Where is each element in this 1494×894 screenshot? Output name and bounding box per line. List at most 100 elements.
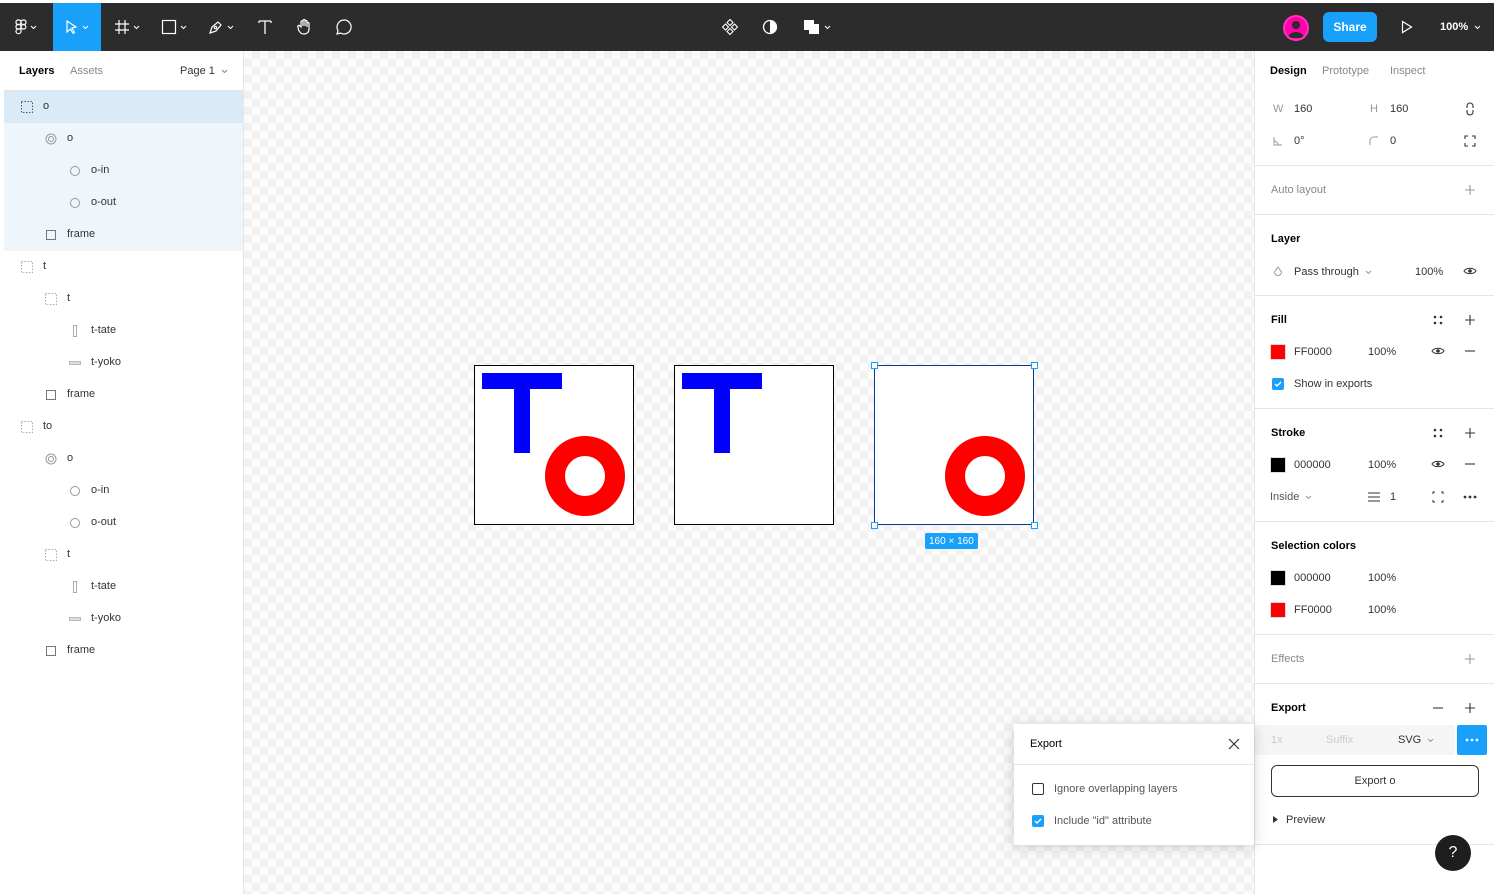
remove-export-minus-icon[interactable]: [1430, 700, 1446, 716]
show-in-exports-checkbox[interactable]: [1272, 378, 1284, 390]
tab-layers[interactable]: Layers: [19, 65, 54, 77]
rectangle-icon: [45, 229, 57, 241]
layer-opacity-input[interactable]: 100%: [1415, 266, 1443, 278]
layer-row-o-group[interactable]: o: [4, 123, 243, 155]
zoom-dropdown[interactable]: 100%: [1440, 3, 1481, 51]
stroke-weight-input[interactable]: 1: [1390, 491, 1396, 503]
resize-handle-bottom-right[interactable]: [1031, 522, 1038, 529]
blend-mode-dropdown[interactable]: Pass through: [1294, 266, 1372, 278]
layer-row-o-in[interactable]: o-in: [4, 155, 243, 187]
help-button[interactable]: ?: [1435, 835, 1471, 871]
user-avatar[interactable]: [1283, 15, 1309, 41]
tab-assets[interactable]: Assets: [70, 65, 103, 77]
canvas-frame-to[interactable]: [474, 365, 634, 525]
layer-row-t[interactable]: t: [4, 251, 243, 283]
present-button[interactable]: [1392, 3, 1422, 51]
boolean-operations-button[interactable]: [795, 3, 839, 51]
export-scale-input[interactable]: 1x: [1271, 734, 1283, 746]
layer-row-o-out[interactable]: o-out: [4, 187, 243, 219]
style-grid-icon[interactable]: [1430, 425, 1446, 441]
individual-strokes-icon[interactable]: [1430, 489, 1446, 505]
main-menu-button[interactable]: [4, 3, 48, 51]
height-input[interactable]: 160: [1390, 103, 1408, 115]
include-id-checkbox[interactable]: [1032, 815, 1044, 827]
selection-color-swatch[interactable]: [1270, 570, 1286, 586]
resize-handle-top-left[interactable]: [871, 362, 878, 369]
frame-icon: [45, 549, 57, 561]
tab-prototype[interactable]: Prototype: [1322, 65, 1369, 77]
resize-handle-bottom-left[interactable]: [871, 522, 878, 529]
pen-tool-button[interactable]: [200, 3, 242, 51]
layer-row-t-tate[interactable]: t-tate: [4, 315, 243, 347]
canvas-frame-t[interactable]: [674, 365, 834, 525]
layer-row-to[interactable]: to: [4, 411, 243, 443]
preview-label: Preview: [1286, 814, 1326, 826]
remove-stroke-minus-icon[interactable]: [1462, 456, 1478, 472]
selection-color-opacity[interactable]: 100%: [1368, 604, 1396, 616]
shape-tool-button[interactable]: [153, 3, 195, 51]
ignore-overlapping-checkbox[interactable]: [1032, 783, 1044, 795]
stroke-position-dropdown[interactable]: Inside: [1270, 491, 1312, 503]
layer-row-t-yoko[interactable]: t-yoko: [4, 603, 243, 635]
close-icon[interactable]: [1226, 736, 1242, 752]
layer-row-o-out[interactable]: o-out: [4, 507, 243, 539]
add-export-plus-icon[interactable]: [1462, 700, 1478, 716]
comment-tool-button[interactable]: [327, 3, 361, 51]
export-settings-more-button[interactable]: [1457, 725, 1487, 755]
selection-color-hex[interactable]: 000000: [1294, 572, 1331, 584]
fill-hex-input[interactable]: FF0000: [1294, 346, 1332, 358]
fill-color-swatch[interactable]: [1270, 344, 1286, 360]
add-auto-layout-plus-icon[interactable]: [1462, 182, 1478, 198]
layer-row-o-group[interactable]: o: [4, 443, 243, 475]
layer-row-o[interactable]: o: [4, 91, 243, 123]
add-effect-plus-icon[interactable]: [1462, 651, 1478, 667]
selection-color-hex[interactable]: FF0000: [1294, 604, 1332, 616]
add-stroke-plus-icon[interactable]: [1462, 425, 1478, 441]
chevron-down-icon: [1474, 21, 1481, 33]
preview-toggle[interactable]: Preview: [1273, 814, 1325, 826]
export-button[interactable]: Export o: [1271, 765, 1479, 797]
layer-row-frame[interactable]: frame: [4, 379, 243, 411]
export-format-dropdown[interactable]: SVG: [1398, 734, 1434, 746]
stroke-opacity-input[interactable]: 100%: [1368, 459, 1396, 471]
eye-icon[interactable]: [1430, 343, 1446, 359]
stroke-hex-input[interactable]: 000000: [1294, 459, 1331, 471]
ellipse-icon: [69, 485, 81, 497]
style-grid-icon[interactable]: [1430, 312, 1446, 328]
hand-tool-button[interactable]: [288, 3, 322, 51]
text-tool-button[interactable]: [248, 3, 282, 51]
layer-row-t-inner[interactable]: t: [4, 283, 243, 315]
tab-inspect[interactable]: Inspect: [1390, 65, 1425, 77]
remove-fill-minus-icon[interactable]: [1462, 343, 1478, 359]
more-options-icon[interactable]: [1462, 489, 1478, 505]
layer-row-o-in[interactable]: o-in: [4, 475, 243, 507]
layer-row-t[interactable]: t: [4, 539, 243, 571]
boolean-group-icon: [45, 453, 57, 465]
share-button[interactable]: Share: [1323, 12, 1377, 42]
width-input[interactable]: 160: [1294, 103, 1312, 115]
selection-color-swatch[interactable]: [1270, 602, 1286, 618]
export-suffix-input[interactable]: Suffix: [1326, 734, 1353, 746]
stroke-color-swatch[interactable]: [1270, 457, 1286, 473]
layer-row-frame[interactable]: frame: [4, 635, 243, 667]
rotation-input[interactable]: 0°: [1294, 135, 1305, 147]
eye-icon[interactable]: [1462, 263, 1478, 279]
independent-corners-icon[interactable]: [1462, 133, 1478, 149]
resize-handle-top-right[interactable]: [1031, 362, 1038, 369]
layer-row-t-tate[interactable]: t-tate: [4, 571, 243, 603]
eye-icon[interactable]: [1430, 456, 1446, 472]
frame-tool-button[interactable]: [107, 3, 147, 51]
move-tool-button[interactable]: [53, 3, 101, 51]
canvas-frame-o[interactable]: [874, 365, 1034, 525]
selection-color-opacity[interactable]: 100%: [1368, 572, 1396, 584]
constrain-proportions-icon[interactable]: [1462, 101, 1478, 117]
add-fill-plus-icon[interactable]: [1462, 312, 1478, 328]
tab-design[interactable]: Design: [1270, 65, 1307, 77]
components-button[interactable]: [715, 3, 745, 51]
page-selector[interactable]: Page 1: [180, 65, 228, 77]
fill-opacity-input[interactable]: 100%: [1368, 346, 1396, 358]
mask-button[interactable]: [755, 3, 785, 51]
layer-row-frame[interactable]: frame: [4, 219, 243, 251]
corner-radius-input[interactable]: 0: [1390, 135, 1396, 147]
layer-row-t-yoko[interactable]: t-yoko: [4, 347, 243, 379]
